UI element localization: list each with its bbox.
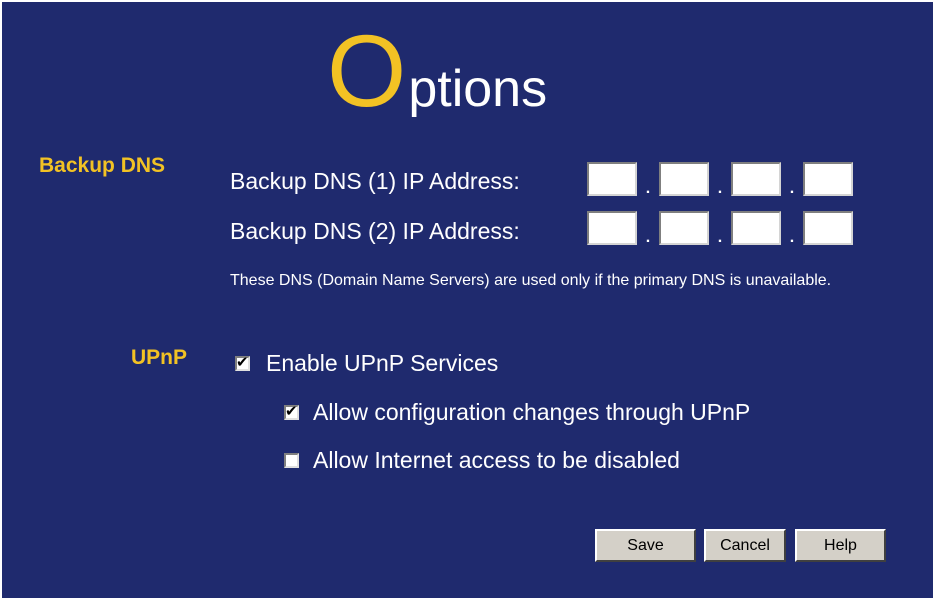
ip-separator: .: [717, 180, 723, 197]
checkmark-icon: ✔: [236, 353, 249, 371]
save-button[interactable]: Save: [595, 529, 696, 562]
backup-dns-2-label: Backup DNS (2) IP Address:: [230, 218, 520, 244]
cancel-button[interactable]: Cancel: [704, 529, 786, 562]
checkmark-icon: ✔: [285, 402, 298, 420]
backup-dns-2-octet-2[interactable]: [659, 211, 709, 245]
allow-disable-row[interactable]: Allow Internet access to be disabled: [284, 447, 680, 474]
backup-dns-1-octet-4[interactable]: [803, 162, 853, 196]
backup-dns-section-label: Backup DNS: [39, 154, 166, 177]
ip-separator: .: [789, 229, 795, 246]
upnp-section-label: UPnP: [131, 346, 188, 369]
page-title-rest: ptions: [408, 60, 548, 118]
backup-dns-1-octet-3[interactable]: [731, 162, 781, 196]
allow-disable-label: Allow Internet access to be disabled: [313, 447, 680, 473]
backup-dns-2-ip-fields: . . .: [587, 211, 853, 246]
backup-dns-1-label: Backup DNS (1) IP Address:: [230, 168, 520, 194]
enable-upnp-label: Enable UPnP Services: [266, 350, 499, 376]
backup-dns-1-octet-2[interactable]: [659, 162, 709, 196]
enable-upnp-row[interactable]: ✔ Enable UPnP Services: [235, 350, 498, 377]
allow-disable-checkbox[interactable]: [284, 453, 299, 468]
backup-dns-1-ip-fields: . . .: [587, 162, 853, 197]
backup-dns-2-octet-1[interactable]: [587, 211, 637, 245]
ip-separator: .: [645, 229, 651, 246]
allow-config-label: Allow configuration changes through UPnP: [313, 399, 751, 425]
help-button[interactable]: Help: [795, 529, 886, 562]
ip-separator: .: [645, 180, 651, 197]
backup-dns-2-octet-4[interactable]: [803, 211, 853, 245]
page-title-initial: O: [327, 14, 407, 128]
backup-dns-2-octet-3[interactable]: [731, 211, 781, 245]
ip-separator: .: [789, 180, 795, 197]
page-title: Options: [327, 20, 547, 130]
backup-dns-note: These DNS (Domain Name Servers) are used…: [230, 272, 832, 289]
backup-dns-1-octet-1[interactable]: [587, 162, 637, 196]
allow-config-checkbox[interactable]: ✔: [284, 402, 299, 420]
ip-separator: .: [717, 229, 723, 246]
enable-upnp-checkbox[interactable]: ✔: [235, 353, 250, 371]
options-panel: Options Backup DNS Backup DNS (1) IP Add…: [2, 2, 933, 598]
allow-config-row[interactable]: ✔ Allow configuration changes through UP…: [284, 399, 750, 426]
